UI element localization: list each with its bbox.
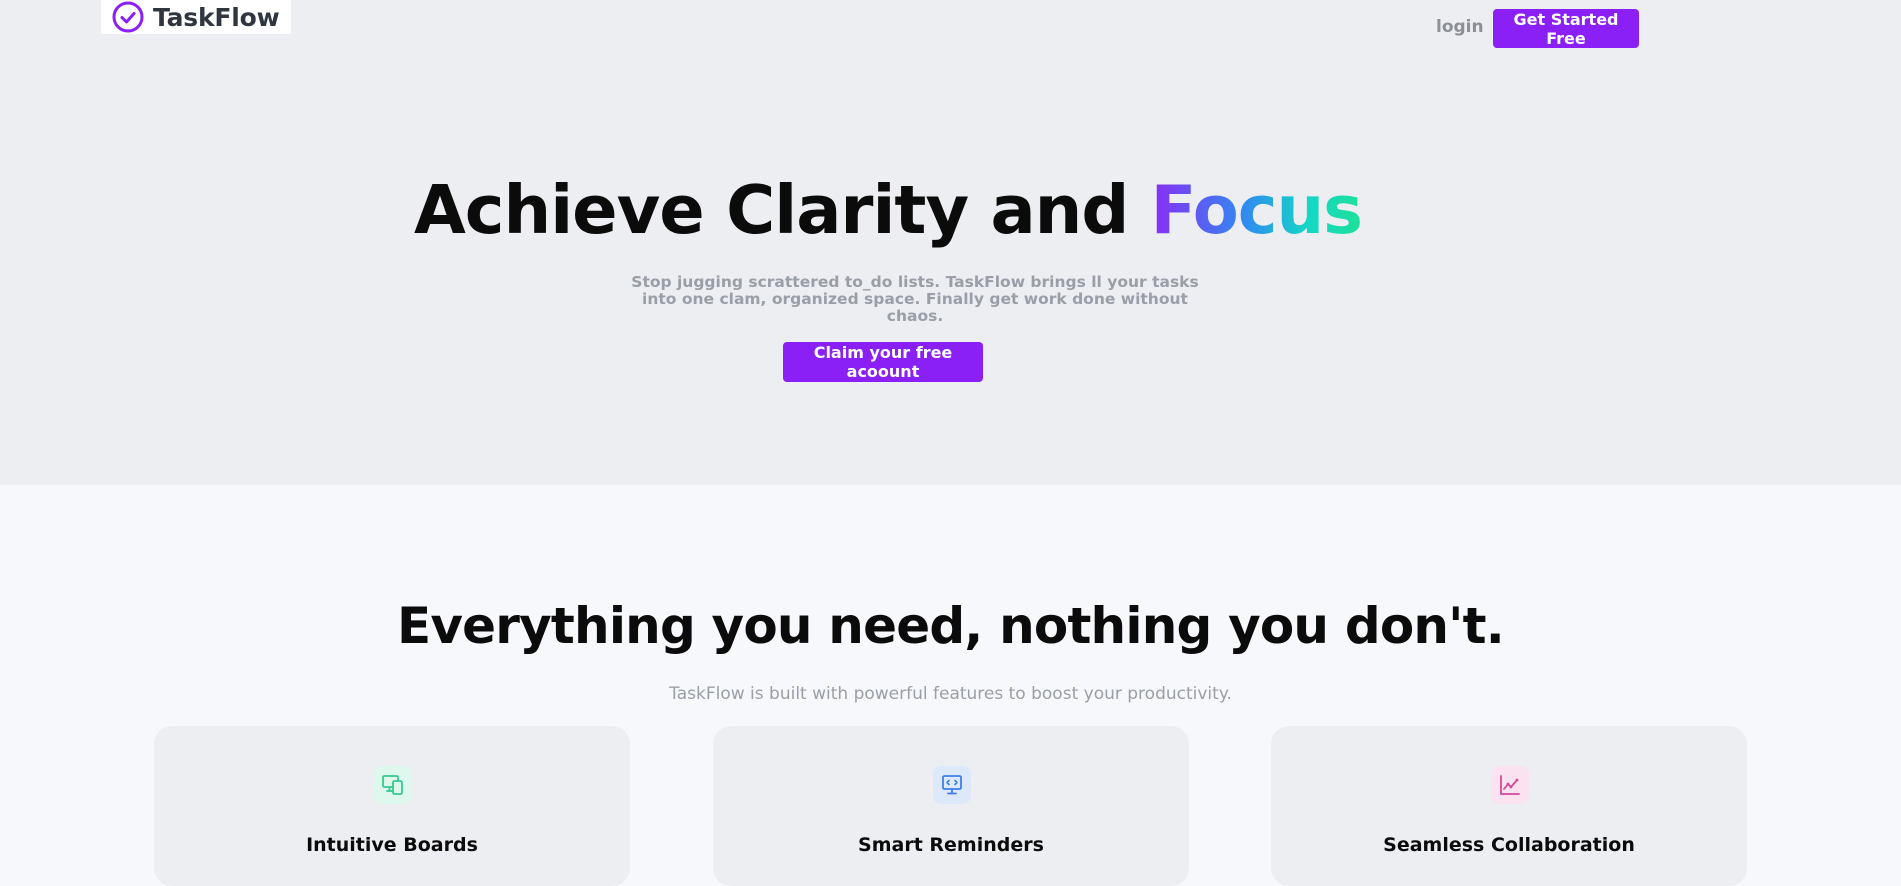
boards-icon: [374, 766, 412, 804]
chart-line-icon: [1491, 766, 1529, 804]
features-title: Everything you need, nothing you don't.: [397, 597, 1505, 655]
claim-account-button[interactable]: Claim your free acoount: [783, 342, 983, 382]
feature-title: Intuitive Boards: [306, 834, 478, 856]
features-section: Everything you need, nothing you don't. …: [0, 485, 1901, 886]
hero-title-main: Achieve Clarity and: [413, 171, 1129, 249]
login-link[interactable]: login: [1436, 17, 1484, 37]
hero-title: Achieve Clarity and Focus: [0, 171, 1776, 249]
hero-section: TaskFlow login Get Started Free Achieve …: [0, 0, 1901, 485]
feature-card-intuitive-boards: Intuitive Boards: [154, 726, 630, 886]
reminder-monitor-icon: [933, 766, 971, 804]
hero-subtitle: Stop jugging scrattered to_do lists. Tas…: [631, 273, 1199, 326]
hero-title-highlight: Focus: [1150, 171, 1363, 249]
check-circle-icon: [111, 0, 145, 34]
logo[interactable]: TaskFlow: [101, 0, 291, 34]
feature-title: Seamless Collaboration: [1383, 834, 1635, 856]
features-subtitle: TaskFlow is built with powerful features…: [669, 684, 1232, 704]
feature-card-smart-reminders: Smart Reminders: [713, 726, 1189, 886]
feature-card-seamless-collaboration: Seamless Collaboration: [1271, 726, 1747, 886]
feature-title: Smart Reminders: [858, 834, 1044, 856]
brand-name: TaskFlow: [153, 2, 280, 32]
get-started-button[interactable]: Get Started Free: [1493, 9, 1639, 48]
